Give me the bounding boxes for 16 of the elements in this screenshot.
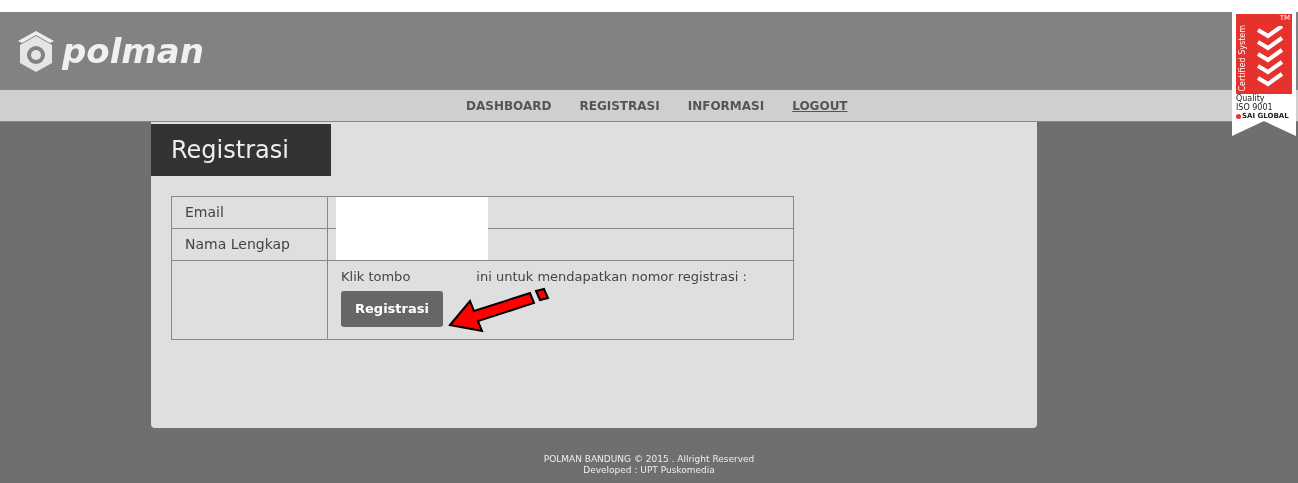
register-button[interactable]: Registrasi bbox=[341, 290, 443, 327]
footer-text: Developed : UPT Puskomedia bbox=[583, 465, 715, 476]
nav-link[interactable]: REGISTRASI bbox=[579, 96, 660, 115]
field-label: Nama Lengkap bbox=[172, 229, 328, 260]
badge-vertical-text: Certified System bbox=[1239, 25, 1247, 92]
badge-text: ISO 9001 bbox=[1236, 103, 1274, 112]
nav-link[interactable]: DASHBOARD bbox=[466, 96, 552, 115]
footer-text: POLMAN BANDUNG © 2015 . Allright Reserved bbox=[543, 454, 755, 465]
badge-text: Quality bbox=[1236, 94, 1266, 103]
instruction-text: Klik tombo bbox=[341, 268, 411, 286]
page-title: Registrasi bbox=[151, 124, 331, 176]
logo-text: polman bbox=[62, 33, 204, 68]
nav-link[interactable]: LOGOUT bbox=[792, 96, 848, 115]
nav-link[interactable]: INFORMASI bbox=[687, 96, 765, 115]
field-label: Email bbox=[172, 197, 328, 228]
instruction-text: ini untuk mendapatkan nomor registrasi : bbox=[476, 268, 747, 286]
